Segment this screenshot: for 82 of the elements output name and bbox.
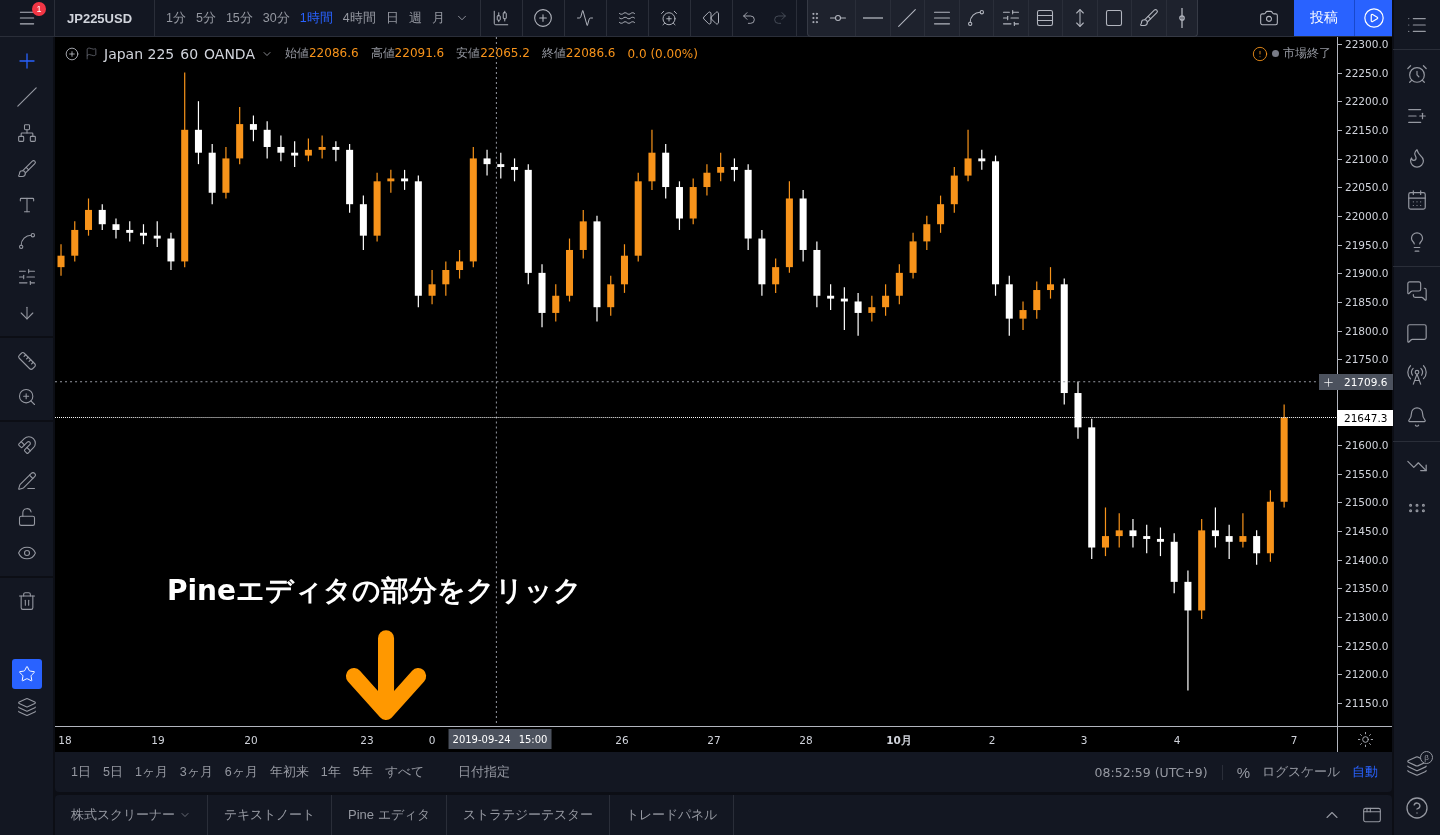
price-tick: 21350.0 <box>1345 582 1389 595</box>
last-price-label: 21647.3 <box>1337 410 1393 426</box>
source-label: OANDA <box>204 45 255 62</box>
time-tick: 2 <box>988 734 996 746</box>
time-tick: 20 <box>244 734 258 746</box>
time-tick: 3 <box>1080 734 1088 746</box>
time-tick: 4 <box>1173 734 1181 746</box>
time-tick: 0 <box>428 734 436 746</box>
interval-button[interactable]: 1分 <box>161 0 191 36</box>
range-button[interactable]: 5日 <box>96 763 129 781</box>
crosshair-time: 15:00 <box>518 733 548 745</box>
range-button[interactable]: 6ヶ月 <box>218 763 264 781</box>
publish-button[interactable]: 投稿 <box>1294 0 1354 36</box>
change-value: 0.0 (0.00%) <box>627 46 698 61</box>
ohlc-value: 安値22065.2 <box>456 45 530 62</box>
price-tick: 22250.0 <box>1345 66 1389 79</box>
time-tick: 7 <box>1290 734 1298 746</box>
time-tick: 26 <box>615 734 629 746</box>
interval-button[interactable]: 日 <box>380 0 404 36</box>
range-button[interactable]: 1ヶ月 <box>128 763 174 781</box>
panel-tab[interactable]: 株式スクリーナー <box>55 795 208 835</box>
ohlc-value: 始値22086.6 <box>285 45 359 62</box>
interval-button[interactable]: 月 <box>426 0 450 36</box>
price-tick: 21400.0 <box>1345 553 1389 566</box>
crosshair-price-label: 21709.6 <box>1337 374 1393 391</box>
price-tick: 21550.0 <box>1345 467 1389 480</box>
range-button[interactable]: 3ヶ月 <box>173 763 219 781</box>
price-tick: 21250.0 <box>1345 639 1389 652</box>
date-range-button[interactable]: 日付指定 <box>451 763 516 781</box>
time-tick: 28 <box>799 734 813 746</box>
panel-tab[interactable]: トレードパネル <box>609 795 734 835</box>
range-button[interactable]: 1年 <box>314 763 347 781</box>
interval-button[interactable]: 5分 <box>190 0 221 36</box>
price-tick: 21750.0 <box>1345 353 1389 366</box>
range-button[interactable]: 1日 <box>65 763 97 781</box>
interval-button[interactable]: 30分 <box>257 0 295 36</box>
annotation-text: Pineエディタの部分をクリック <box>167 573 583 609</box>
price-tick: 21600.0 <box>1345 439 1389 452</box>
percent-button[interactable]: % <box>1230 763 1256 781</box>
panel-tab[interactable]: テキストノート <box>208 795 332 835</box>
market-status: 市場終了 <box>1283 45 1331 62</box>
range-button[interactable]: 5年 <box>346 763 379 781</box>
ohlc-value: 終値22086.6 <box>541 45 616 62</box>
symbol-button[interactable]: JP225USD <box>55 0 155 36</box>
crosshair-date: 2019-09-24 <box>452 733 511 745</box>
interval-button[interactable]: 1時間 <box>294 0 338 36</box>
range-button[interactable]: すべて <box>378 763 430 781</box>
time-tick: 18 <box>58 734 72 746</box>
ohlc-value: 高値22091.6 <box>370 45 445 62</box>
clock-text: 08:52:59 (UTC+9) <box>1094 764 1223 780</box>
price-tick: 22100.0 <box>1345 152 1389 165</box>
price-tick: 22300.0 <box>1345 38 1389 50</box>
auto-scale-button[interactable]: 自動 <box>1346 763 1384 781</box>
price-tick: 21300.0 <box>1345 611 1389 624</box>
interval-button[interactable]: 週 <box>403 0 427 36</box>
beta-button[interactable]: β <box>1395 745 1439 787</box>
symbol-title: Japan 225 <box>104 45 175 62</box>
range-button[interactable]: 年初来 <box>263 763 315 781</box>
panel-tab[interactable]: ストラテジーテスター <box>446 795 610 835</box>
time-tick: 19 <box>151 734 165 746</box>
price-tick: 22000.0 <box>1345 209 1389 222</box>
time-tick: 10月 <box>886 734 912 748</box>
interval-button[interactable]: 15分 <box>220 0 258 36</box>
price-tick: 22050.0 <box>1345 181 1389 194</box>
beta-badge: β <box>1420 751 1433 764</box>
interval-label: 60 <box>180 45 199 62</box>
price-tick: 21800.0 <box>1345 324 1389 337</box>
panel-tab[interactable]: Pine エディタ <box>332 795 447 835</box>
price-tick: 22200.0 <box>1345 95 1389 108</box>
price-tick: 21850.0 <box>1345 295 1389 308</box>
log-scale-button[interactable]: ログスケール <box>1256 763 1346 781</box>
time-tick: 27 <box>707 734 721 746</box>
price-tick: 21200.0 <box>1345 668 1389 681</box>
notification-badge: 1 <box>32 2 46 16</box>
price-tick: 21900.0 <box>1345 267 1389 280</box>
interval-button[interactable]: 4時間 <box>337 0 381 36</box>
time-tick: 23 <box>360 734 374 746</box>
price-tick: 22150.0 <box>1345 123 1389 136</box>
price-tick: 21450.0 <box>1345 525 1389 538</box>
price-tick: 21150.0 <box>1345 697 1389 709</box>
price-tick: 21950.0 <box>1345 238 1389 251</box>
price-tick: 21500.0 <box>1345 496 1389 509</box>
